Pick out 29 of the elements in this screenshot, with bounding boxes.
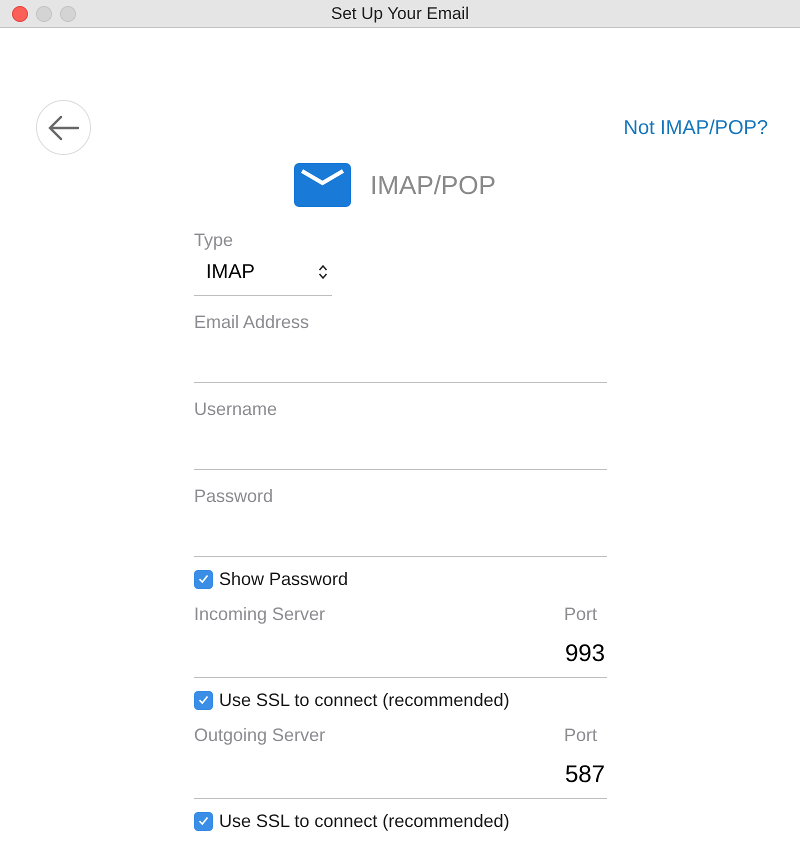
checkmark-icon — [198, 574, 209, 584]
field-label: Password — [194, 485, 274, 507]
checkbox-label: Use SSL to connect (recommended) — [219, 690, 510, 710]
checkbox-label: Show Password — [219, 569, 348, 589]
port-label: Port — [564, 724, 598, 746]
checkmark-icon — [198, 695, 209, 705]
field-label: Incoming Server — [194, 603, 326, 625]
port-value[interactable]: 993 — [564, 640, 607, 668]
field-label: Outgoing Server — [194, 724, 326, 746]
back-arrow-icon — [48, 114, 80, 140]
checkbox[interactable] — [194, 690, 213, 710]
port-value[interactable]: 587 — [564, 761, 607, 789]
checkbox[interactable] — [194, 812, 213, 830]
not-imap-link[interactable]: Not IMAP/POP? — [624, 112, 768, 142]
window-title: Set Up Your Email — [331, 2, 469, 25]
field-label: Type — [194, 229, 234, 251]
close-button[interactable] — [12, 6, 28, 22]
checkmark-icon — [198, 816, 209, 826]
type-select[interactable]: IMAP — [194, 251, 332, 296]
port-label: Port — [564, 603, 598, 625]
input-field[interactable]: 587 — [194, 746, 607, 799]
input-field[interactable]: 993 — [194, 625, 607, 678]
field-label: Email Address — [194, 311, 310, 333]
field-label: Username — [194, 398, 278, 420]
checkbox[interactable] — [194, 570, 213, 588]
up-down-chevron-icon — [318, 264, 328, 280]
account-type-title: IMAP/POP — [370, 168, 496, 202]
envelope-icon — [294, 163, 352, 207]
checkbox-label: Use SSL to connect (recommended) — [219, 811, 510, 831]
